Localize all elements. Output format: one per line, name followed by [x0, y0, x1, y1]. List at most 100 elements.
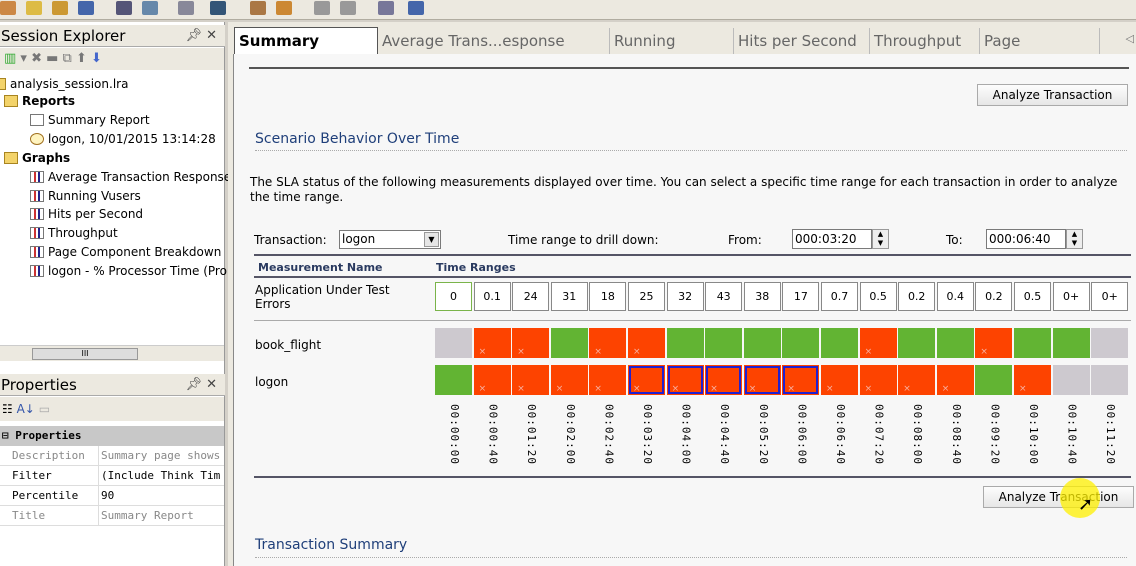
save-icon[interactable]	[78, 1, 94, 15]
to-spinner[interactable]: ▲ ▼	[1066, 229, 1083, 249]
tab-running-vusers[interactable]: Running Vusers	[610, 28, 734, 76]
report-icon[interactable]	[142, 1, 158, 15]
sla-status-cell-bad[interactable]: ×	[821, 365, 858, 395]
sla-status-cell-bad[interactable]: ×	[936, 365, 974, 395]
categorized-icon[interactable]: ☷	[2, 402, 13, 416]
sla-status-cell-bad[interactable]: ×	[782, 365, 820, 395]
open-icon[interactable]	[26, 1, 42, 15]
sla-status-cell-ok[interactable]	[743, 328, 781, 358]
paste-icon[interactable]	[378, 1, 394, 15]
tree-item[interactable]: analysis_session.lra	[0, 76, 128, 92]
properties-group-label: Properties	[15, 429, 82, 442]
tab-average-trans-esponse-time[interactable]: Average Trans...esponse Time	[378, 28, 610, 76]
sla-status-cell-bad[interactable]: ×	[589, 365, 627, 395]
property-row[interactable]: Filter (Include Think Tim	[0, 466, 224, 486]
sla-status-cell-na[interactable]	[1091, 328, 1129, 358]
sla-status-cell-bad[interactable]: ×	[898, 365, 936, 395]
sla-status-cell-na[interactable]	[435, 328, 472, 358]
sla-status-cell-ok[interactable]	[435, 365, 472, 395]
down-icon[interactable]: ⬇	[91, 51, 102, 66]
tab-hits-per-second[interactable]: Hits per Second	[734, 28, 870, 54]
sla-status-cell-ok[interactable]	[975, 365, 1013, 395]
pin-close-icons[interactable]: 📌︎ ✕	[185, 25, 217, 47]
redo-icon[interactable]	[340, 1, 356, 15]
horizontal-scrollbar[interactable]: III	[0, 345, 224, 361]
analyze-transaction-button[interactable]: Analyze Transaction	[977, 84, 1128, 106]
sla-status-cell-bad[interactable]: ×	[705, 365, 743, 395]
sla-status-cell-bad[interactable]: ×	[1014, 365, 1051, 395]
copy-icon[interactable]	[178, 1, 194, 15]
section-underline-2	[255, 557, 1127, 558]
delete-icon[interactable]: ✖	[31, 51, 42, 66]
time-range-label: 00:10:00	[1027, 404, 1040, 465]
tree-item[interactable]: Page Component Breakdown	[30, 244, 221, 260]
sla-status-cell-ok[interactable]	[705, 328, 743, 358]
print-icon[interactable]	[116, 1, 132, 15]
analyze-transaction-button-2[interactable]: Analyze Transaction	[983, 486, 1134, 508]
sla-status-cell-ok[interactable]	[550, 328, 588, 358]
pin-close-icons[interactable]: 📌︎ ✕	[185, 374, 217, 396]
property-row[interactable]: Description Summary page shows	[0, 446, 224, 466]
sla-status-cell-bad[interactable]: ×	[589, 328, 627, 358]
error-count-cell: 0.5	[1014, 282, 1051, 311]
sla-status-cell-bad[interactable]: ×	[550, 365, 588, 395]
transaction-select[interactable]: logon ▼	[339, 230, 441, 249]
tree-item-label: Throughput	[48, 226, 118, 240]
add-icon[interactable]: ▥	[4, 51, 16, 66]
sla-status-cell-ok[interactable]	[936, 328, 974, 358]
chevron-down-icon[interactable]: ▼	[424, 232, 439, 247]
tree-item[interactable]: Hits per Second	[30, 206, 143, 222]
error-count-cell: 25	[628, 282, 665, 311]
tree-item[interactable]: logon, 10/01/2015 13:14:28	[30, 131, 216, 147]
sla-status-cell-ok[interactable]	[666, 328, 704, 358]
tree-item[interactable]: Graphs	[4, 150, 70, 166]
sla-status-cell-bad[interactable]: ×	[859, 365, 897, 395]
properties-group[interactable]: ⊟ Properties	[0, 426, 224, 446]
sla-status-cell-bad[interactable]: ×	[975, 328, 1013, 358]
error-count-cell: 0	[435, 282, 472, 311]
tree-item[interactable]: logon - % Processor Time (Pro	[30, 263, 227, 279]
sort-az-icon[interactable]: A↓	[17, 402, 35, 416]
refresh-icon[interactable]	[276, 1, 292, 15]
tree-item[interactable]: Reports	[4, 93, 75, 109]
tab-throughput[interactable]: Throughput	[870, 28, 980, 54]
sla-status-cell-bad[interactable]: ×	[666, 365, 704, 395]
sla-status-cell-bad[interactable]: ×	[512, 328, 550, 358]
filter-icon[interactable]	[210, 1, 226, 15]
tab-scroll-left-icon[interactable]: ◁	[1126, 32, 1134, 45]
add-graph-icon[interactable]	[52, 1, 68, 15]
new-session-icon[interactable]	[0, 1, 16, 15]
sla-status-cell-bad[interactable]: ×	[743, 365, 781, 395]
tree-item[interactable]: Running Vusers	[30, 188, 141, 204]
up-icon[interactable]: ⬆	[76, 51, 87, 66]
sla-status-cell-na[interactable]	[1091, 365, 1129, 395]
to-time-input[interactable]: 000:06:40	[986, 229, 1066, 249]
tree-item[interactable]: Throughput	[30, 225, 118, 241]
sla-status-cell-bad[interactable]: ×	[473, 365, 511, 395]
sla-status-cell-ok[interactable]	[898, 328, 936, 358]
header-divider	[254, 276, 1131, 278]
sla-status-cell-bad[interactable]: ×	[859, 328, 897, 358]
tab-page-component[interactable]: Page Component	[980, 28, 1100, 76]
template-icon[interactable]	[250, 1, 266, 15]
sla-status-cell-ok[interactable]	[1052, 328, 1090, 358]
tree-item[interactable]: Average Transaction Response	[30, 169, 231, 185]
property-row[interactable]: Percentile 90	[0, 486, 224, 506]
sla-status-cell-bad[interactable]: ×	[628, 365, 665, 395]
sla-status-cell-bad[interactable]: ×	[628, 328, 665, 358]
window-icon[interactable]	[408, 1, 424, 15]
tree-item[interactable]: Summary Report	[30, 112, 150, 128]
from-spinner[interactable]: ▲ ▼	[872, 229, 889, 249]
from-time-input[interactable]: 000:03:20	[792, 229, 872, 249]
property-row[interactable]: Title Summary Report	[0, 506, 224, 526]
undo-icon[interactable]	[314, 1, 330, 15]
sla-status-cell-ok[interactable]	[821, 328, 858, 358]
time-range-label: 00:00:40	[486, 404, 500, 465]
sla-status-cell-bad[interactable]: ×	[512, 365, 550, 395]
sla-status-cell-bad[interactable]: ×	[473, 328, 511, 358]
sla-status-cell-ok[interactable]	[782, 328, 820, 358]
property-pages-icon[interactable]: ▭	[39, 402, 50, 416]
sla-status-cell-na[interactable]	[1052, 365, 1090, 395]
sla-status-cell-ok[interactable]	[1014, 328, 1051, 358]
tab-summary-report[interactable]: Summary Report	[234, 27, 378, 76]
